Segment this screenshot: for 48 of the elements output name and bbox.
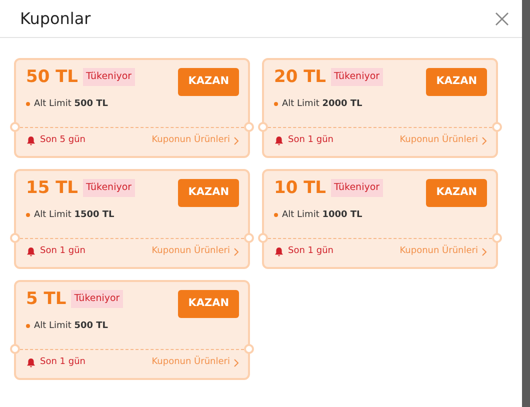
bullet-icon xyxy=(26,102,30,106)
coupon-amount: 20 TL xyxy=(274,68,326,87)
coupon-products-link[interactable]: Kuponun Ürünleri xyxy=(400,245,487,258)
bell-icon xyxy=(26,136,36,146)
bell-icon xyxy=(274,136,284,146)
minimum-limit: Alt Limit 1000 TL xyxy=(282,208,362,222)
coupon-amount: 15 TL xyxy=(26,179,78,198)
chevron-right-icon xyxy=(482,136,487,145)
coupon-products-link[interactable]: Kuponun Ürünleri xyxy=(152,245,239,258)
bell-icon xyxy=(26,246,36,257)
claim-button[interactable]: KAZAN xyxy=(178,290,239,318)
claim-button[interactable]: KAZAN xyxy=(426,68,487,96)
chevron-right-icon xyxy=(234,358,239,367)
coupon-products-link[interactable]: Kuponun Ürünleri xyxy=(152,356,239,370)
bell-icon xyxy=(26,358,36,368)
days-left: Son 5 gün xyxy=(40,134,86,147)
stock-tag: Tükeniyor xyxy=(83,68,135,86)
chevron-right-icon xyxy=(482,248,487,256)
stock-tag: Tükeniyor xyxy=(331,179,383,198)
claim-button[interactable]: KAZAN xyxy=(178,68,239,96)
claim-button[interactable]: KAZAN xyxy=(178,179,239,207)
minimum-limit: Alt Limit 1500 TL xyxy=(34,208,114,222)
bullet-icon xyxy=(274,213,278,218)
bullet-icon xyxy=(26,324,30,328)
coupon-products-link[interactable]: Kuponun Ürünleri xyxy=(152,134,239,148)
coupon-amount: 5 TL xyxy=(26,290,66,309)
days-left: Son 1 gün xyxy=(288,245,334,258)
chevron-right-icon xyxy=(234,136,239,145)
claim-button[interactable]: KAZAN xyxy=(426,179,487,207)
stock-tag: Tükeniyor xyxy=(331,68,383,86)
coupon-amount: 10 TL xyxy=(274,179,326,198)
stock-tag: Tükeniyor xyxy=(83,179,135,198)
chevron-right-icon xyxy=(234,248,239,256)
coupon-products-link[interactable]: Kuponun Ürünleri xyxy=(400,134,487,148)
days-left: Son 1 gün xyxy=(40,245,86,258)
modal-title: Kuponlar xyxy=(20,8,91,28)
coupon-amount: 50 TL xyxy=(26,68,78,87)
bullet-icon xyxy=(274,102,278,106)
close-icon xyxy=(494,10,510,26)
days-left: Son 1 gün xyxy=(288,134,334,147)
minimum-limit: Alt Limit 500 TL xyxy=(34,98,108,111)
days-left: Son 1 gün xyxy=(40,356,86,369)
close-button[interactable] xyxy=(494,10,510,26)
bullet-icon xyxy=(26,213,30,218)
stock-tag: Tükeniyor xyxy=(71,290,123,308)
bell-icon xyxy=(274,246,284,257)
minimum-limit: Alt Limit 500 TL xyxy=(34,320,108,333)
minimum-limit: Alt Limit 2000 TL xyxy=(282,98,362,111)
